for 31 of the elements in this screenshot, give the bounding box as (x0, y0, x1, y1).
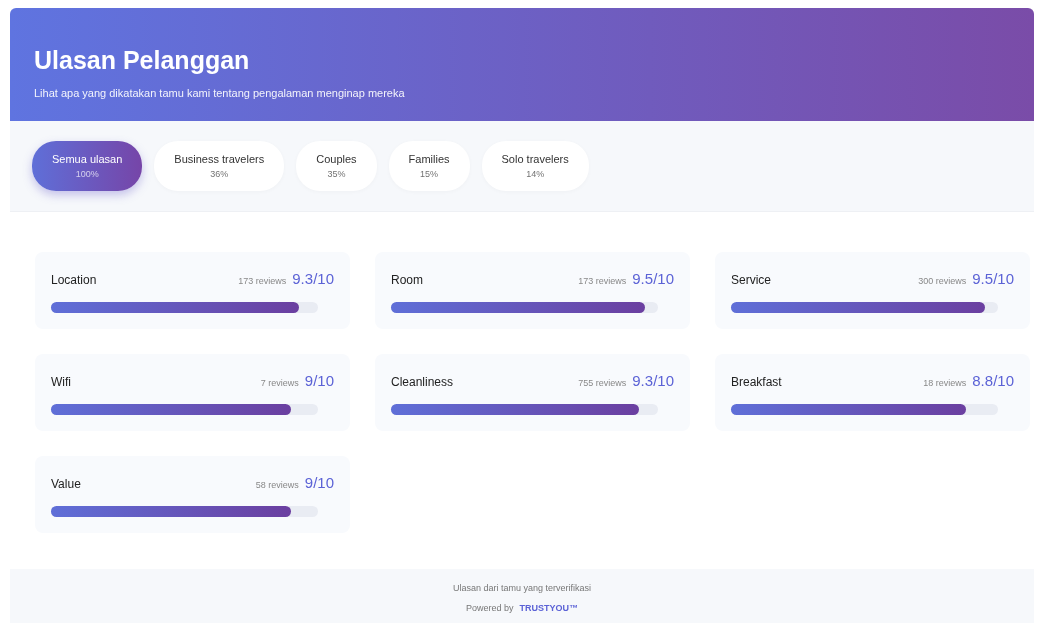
brand-link[interactable]: TRUSTYOU™ (519, 603, 578, 613)
filter-tab[interactable]: Solo travelers 14% (481, 141, 589, 191)
filter-tab[interactable]: Semua ulasan 100% (32, 141, 143, 191)
category-name: Room (391, 273, 423, 287)
category-name: Service (731, 273, 771, 287)
score-value: 9.3/10 (632, 372, 674, 389)
score-value: 9.5/10 (972, 270, 1014, 287)
filter-tab[interactable]: Couples 35% (296, 141, 377, 191)
review-count: 173 reviews (238, 276, 287, 286)
category-name: Value (51, 477, 81, 491)
review-count: 7 reviews (260, 378, 299, 388)
category-name: Location (51, 273, 97, 287)
score-value: 8.8/10 (972, 372, 1014, 389)
powered-by-label: Powered by (466, 603, 514, 613)
score-value: 9/10 (304, 474, 334, 491)
score-value: 9/10 (304, 372, 334, 389)
review-count: 173 reviews (578, 276, 627, 286)
footer-note: Ulasan dari tamu yang terverifikasi (452, 583, 592, 593)
category-name: Cleanliness (391, 375, 454, 389)
page-title: Ulasan Pelanggan (34, 46, 251, 75)
filter-tab[interactable]: Families 15% (388, 141, 470, 191)
review-count: 58 reviews (255, 480, 299, 490)
review-count: 755 reviews (578, 378, 627, 388)
score-value: 9.3/10 (292, 270, 334, 287)
filter-tab[interactable]: Business travelers 36% (154, 141, 285, 191)
review-count: 18 reviews (923, 378, 967, 388)
category-name: Breakfast (731, 375, 782, 389)
category-name: Wifi (51, 375, 71, 389)
score-value: 9.5/10 (632, 270, 674, 287)
page-subtitle: Lihat apa yang dikatakan tamu kami tentang pengalaman menginap mereka (34, 87, 406, 99)
review-count: 300 reviews (918, 276, 967, 286)
